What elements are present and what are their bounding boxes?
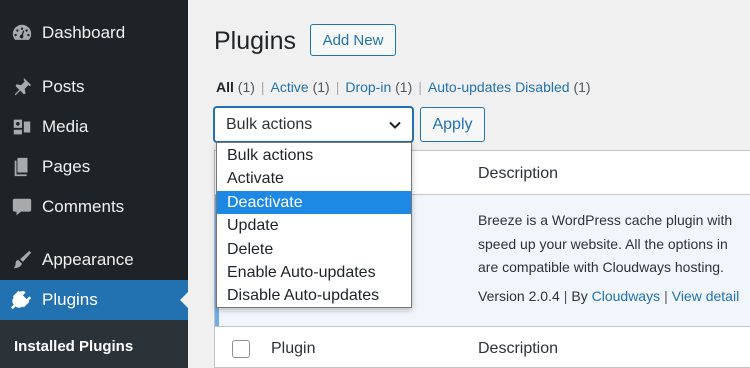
column-footer-plugin[interactable]: Plugin: [271, 340, 315, 358]
plugin-icon: [10, 288, 34, 312]
column-header-description[interactable]: Description: [478, 165, 558, 183]
filter-separator: |: [260, 79, 265, 95]
sidebar-item-plugins[interactable]: Plugins: [0, 280, 188, 320]
filter-label: Active: [270, 79, 309, 95]
sidebar-item-label: Posts: [42, 77, 85, 96]
bulk-actions-dropdown: Bulk actions Activate Deactivate Update …: [216, 142, 412, 308]
plugin-description: Breeze is a WordPress cache plugin with …: [478, 209, 750, 280]
sidebar-item-label: Dashboard: [42, 23, 126, 42]
option-bulk-actions[interactable]: Bulk actions: [217, 144, 411, 167]
comments-icon: [10, 195, 34, 219]
filter-count: (1): [312, 79, 330, 95]
description-line: Breeze is a WordPress cache plugin with: [478, 212, 733, 228]
sidebar-item-comments[interactable]: Comments: [0, 187, 188, 227]
dashboard-icon: [10, 21, 34, 45]
sidebar-item-media[interactable]: Media: [0, 107, 188, 147]
filter-separator: |: [335, 79, 340, 95]
meta-separator: |: [563, 288, 568, 304]
by-label: By: [571, 288, 588, 304]
sidebar-item-posts[interactable]: Posts: [0, 67, 188, 107]
column-footer-description[interactable]: Description: [478, 340, 558, 358]
media-icon: [10, 115, 34, 139]
sidebar-item-label: Comments: [42, 197, 125, 216]
pages-icon: [10, 155, 34, 179]
filter-dropin[interactable]: Drop-in (1): [345, 79, 412, 95]
sidebar-item-label: Media: [42, 117, 89, 136]
view-details-link[interactable]: View detail: [672, 288, 739, 304]
page-title: Plugins: [214, 27, 296, 55]
bulk-actions-select[interactable]: Bulk actions: [214, 107, 413, 142]
option-deactivate[interactable]: Deactivate: [217, 190, 411, 215]
option-delete[interactable]: Delete: [217, 238, 411, 261]
bulk-actions-value: Bulk actions: [226, 115, 313, 133]
option-disable-auto-updates[interactable]: Disable Auto-updates: [217, 284, 411, 307]
filter-auto-updates-disabled[interactable]: Auto-updates Disabled (1): [428, 79, 591, 95]
filter-label: Auto-updates Disabled: [427, 79, 570, 95]
plugins-submenu: Installed Plugins: [0, 320, 188, 368]
filter-count: (1): [395, 79, 413, 95]
chevron-down-icon: [389, 121, 401, 129]
sidebar-item-label: Appearance: [42, 250, 134, 269]
filter-count: (1): [237, 79, 255, 95]
brush-icon: [10, 248, 34, 272]
plugin-status-filters: All (1) | Active (1) | Drop-in (1) | Auto-upda…: [216, 79, 591, 95]
sidebar-item-appearance[interactable]: Appearance: [0, 240, 188, 280]
description-line: are compatible with Cloudways hosting.: [478, 259, 724, 275]
sidebar-item-label: Pages: [42, 157, 91, 176]
plugin-meta: Version 2.0.4 | By Cloudways | View detail: [478, 288, 739, 304]
description-line: speed up your website. All the options i…: [478, 235, 728, 252]
submenu-item-installed-plugins[interactable]: Installed Plugins: [14, 338, 133, 355]
sidebar-item-pages[interactable]: Pages: [0, 147, 188, 187]
filter-label: All: [216, 79, 234, 95]
filter-all[interactable]: All (1): [216, 79, 255, 95]
filter-separator: |: [418, 79, 422, 95]
apply-button[interactable]: Apply: [420, 107, 485, 142]
add-new-button[interactable]: Add New: [310, 24, 396, 56]
option-activate[interactable]: Activate: [217, 167, 411, 190]
filter-active[interactable]: Active (1): [271, 79, 330, 95]
filter-label: Drop-in: [345, 79, 392, 95]
select-all-checkbox[interactable]: [232, 340, 250, 358]
option-enable-auto-updates[interactable]: Enable Auto-updates: [217, 261, 411, 284]
admin-sidebar: Dashboard Posts Media Pages Comments App…: [0, 0, 188, 368]
sidebar-item-dashboard[interactable]: Dashboard: [0, 13, 188, 53]
sidebar-item-label: Plugins: [42, 290, 98, 309]
author-link[interactable]: Cloudways: [592, 288, 660, 304]
plugin-version: Version 2.0.4: [478, 288, 560, 304]
meta-separator: |: [664, 288, 668, 304]
table-footer: Plugin Description: [215, 326, 750, 368]
pin-icon: [10, 75, 34, 99]
option-update[interactable]: Update: [217, 214, 411, 237]
filter-count: (1): [573, 79, 591, 95]
